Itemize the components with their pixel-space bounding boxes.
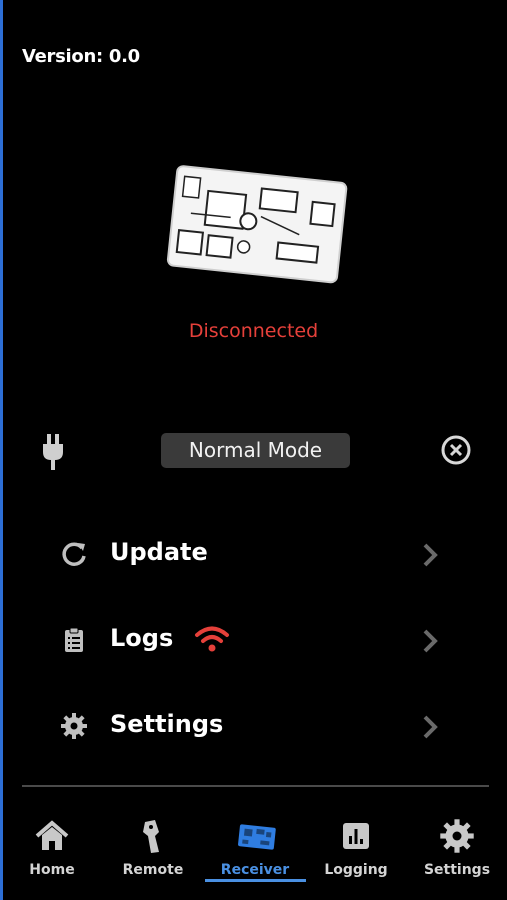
- menu-item-logs[interactable]: Logs: [50, 612, 450, 668]
- tab-home[interactable]: Home: [2, 800, 102, 900]
- wifi-icon: [194, 624, 230, 654]
- tab-label-logging: Logging: [324, 862, 388, 878]
- menu-label-settings: Settings: [110, 710, 224, 738]
- chevron-right-icon: [420, 542, 440, 568]
- connection-status: Disconnected: [188, 320, 319, 342]
- menu-label-logs: Logs: [110, 624, 174, 652]
- bottom-tab-bar: Home Remote Receiver Logging Settings: [0, 800, 507, 900]
- receiver-board-image: [160, 160, 350, 290]
- tab-receiver[interactable]: Receiver: [205, 800, 305, 900]
- remote-icon: [135, 818, 171, 854]
- chart-icon: [338, 818, 374, 854]
- tab-label-settings: Settings: [423, 862, 491, 878]
- mode-badge: Normal Mode: [161, 433, 350, 468]
- chevron-right-icon: [420, 628, 440, 654]
- tab-settings[interactable]: Settings: [407, 800, 507, 900]
- tab-remote[interactable]: Remote: [103, 800, 203, 900]
- tab-label-home: Home: [29, 862, 75, 878]
- active-tab-indicator: [205, 879, 306, 882]
- menu-label-update: Update: [110, 538, 208, 566]
- gear-icon: [60, 712, 88, 740]
- gear-icon: [439, 818, 475, 854]
- mode-row: Normal Mode: [0, 428, 507, 474]
- refresh-icon: [60, 540, 88, 568]
- close-circle-icon[interactable]: [440, 434, 472, 466]
- plug-icon: [38, 432, 68, 472]
- tab-label-remote: Remote: [122, 862, 184, 878]
- clipboard-icon: [60, 626, 88, 654]
- chevron-right-icon: [420, 714, 440, 740]
- menu-item-update[interactable]: Update: [50, 526, 450, 582]
- home-icon: [34, 818, 70, 854]
- receiver-icon: [237, 818, 276, 854]
- tab-logging[interactable]: Logging: [306, 800, 406, 900]
- menu-item-settings[interactable]: Settings: [50, 698, 450, 754]
- divider: [22, 785, 489, 787]
- version-label: Version: 0.0: [22, 46, 140, 67]
- tab-label-receiver: Receiver: [220, 862, 290, 878]
